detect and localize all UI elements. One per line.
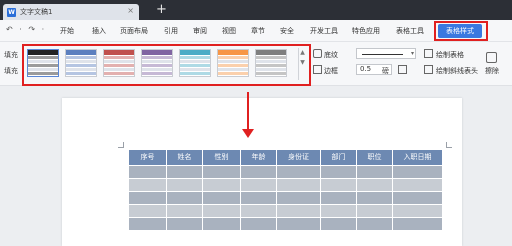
table-row[interactable] bbox=[129, 217, 442, 230]
draw-diagonal-button[interactable]: 绘制斜线表头 bbox=[436, 66, 478, 76]
table-cell[interactable] bbox=[357, 178, 393, 191]
table-cell[interactable] bbox=[129, 217, 167, 230]
close-icon[interactable]: × bbox=[127, 6, 134, 15]
highlight-box-table-style-tab bbox=[434, 21, 488, 41]
table-cell[interactable] bbox=[357, 165, 393, 178]
table-row[interactable] bbox=[129, 204, 442, 217]
table-cell[interactable] bbox=[203, 204, 241, 217]
menu-home[interactable]: 开始 bbox=[60, 26, 74, 36]
document-tab-title: 文字文稿1 bbox=[20, 8, 53, 16]
table-cell[interactable] bbox=[321, 204, 357, 217]
table-cell[interactable] bbox=[321, 191, 357, 204]
table-cell[interactable] bbox=[167, 178, 203, 191]
line-weight-unit: 磅 bbox=[382, 67, 389, 75]
menu-view[interactable]: 视图 bbox=[222, 26, 236, 36]
menu-table-tools[interactable]: 表格工具 bbox=[396, 26, 424, 36]
table-cell[interactable] bbox=[393, 204, 442, 217]
table-cell[interactable] bbox=[277, 178, 321, 191]
table-header-row: 序号 姓名 性别 年龄 身份证 部门 职位 入职日期 bbox=[129, 150, 442, 165]
pen-color-icon[interactable] bbox=[398, 65, 407, 74]
border-icon[interactable] bbox=[313, 65, 322, 74]
table-cell[interactable] bbox=[277, 217, 321, 230]
table-row[interactable] bbox=[129, 165, 442, 178]
table-cell[interactable] bbox=[167, 191, 203, 204]
table-cell[interactable] bbox=[129, 204, 167, 217]
table-cell[interactable] bbox=[277, 191, 321, 204]
table-cell[interactable] bbox=[357, 191, 393, 204]
table-header-cell[interactable]: 性别 bbox=[203, 150, 241, 165]
page-margin-corner bbox=[446, 142, 452, 148]
table-cell[interactable] bbox=[357, 204, 393, 217]
shading-button[interactable]: 底纹 bbox=[324, 50, 338, 60]
eraser-icon[interactable] bbox=[486, 52, 497, 63]
line-style-select[interactable] bbox=[356, 48, 416, 59]
table-cell[interactable] bbox=[129, 165, 167, 178]
draw-table-icon[interactable] bbox=[424, 49, 433, 58]
undo-redo-icons[interactable]: ↶ · ↷ · bbox=[6, 25, 46, 34]
shading-icon[interactable] bbox=[313, 49, 322, 58]
menu-page-layout[interactable]: 页面布局 bbox=[120, 26, 148, 36]
table-header-cell[interactable]: 身份证 bbox=[277, 150, 321, 165]
table-cell[interactable] bbox=[393, 191, 442, 204]
table-cell[interactable] bbox=[129, 178, 167, 191]
menu-special-apps[interactable]: 特色应用 bbox=[352, 26, 380, 36]
table-cell[interactable] bbox=[393, 165, 442, 178]
styled-table[interactable]: 序号 姓名 性别 年龄 身份证 部门 职位 入职日期 bbox=[129, 150, 442, 230]
table-cell[interactable] bbox=[277, 165, 321, 178]
menu-references[interactable]: 引用 bbox=[164, 26, 178, 36]
fill-label: 填充 bbox=[4, 51, 18, 59]
erase-button[interactable]: 擦除 bbox=[485, 66, 499, 76]
new-tab-icon[interactable]: + bbox=[156, 3, 167, 16]
table-cell[interactable] bbox=[203, 165, 241, 178]
document-tab[interactable]: W 文字文稿1 × bbox=[3, 4, 139, 20]
annotation-arrow bbox=[247, 92, 249, 130]
fill-label-2: 填充 bbox=[4, 67, 18, 75]
table-cell[interactable] bbox=[167, 165, 203, 178]
table-cell[interactable] bbox=[167, 217, 203, 230]
table-cell[interactable] bbox=[167, 204, 203, 217]
table-cell[interactable] bbox=[241, 165, 277, 178]
draw-table-button[interactable]: 绘制表格 bbox=[436, 50, 464, 60]
table-cell[interactable] bbox=[277, 204, 321, 217]
table-cell[interactable] bbox=[321, 178, 357, 191]
table-cell[interactable] bbox=[203, 217, 241, 230]
chevron-down-icon[interactable]: ▾ bbox=[411, 50, 414, 57]
table-header-cell[interactable]: 姓名 bbox=[167, 150, 203, 165]
table-cell[interactable] bbox=[393, 217, 442, 230]
table-cell[interactable] bbox=[321, 165, 357, 178]
table-cell[interactable] bbox=[241, 178, 277, 191]
table-cell[interactable] bbox=[203, 191, 241, 204]
menu-review[interactable]: 审阅 bbox=[193, 26, 207, 36]
border-button[interactable]: 边框 bbox=[324, 66, 338, 76]
menu-insert[interactable]: 插入 bbox=[92, 26, 106, 36]
highlight-box-style-gallery bbox=[22, 44, 311, 86]
menu-developer-tools[interactable]: 开发工具 bbox=[310, 26, 338, 36]
annotation-arrow-head bbox=[242, 129, 254, 138]
page-margin-corner bbox=[118, 142, 124, 148]
document-icon: W bbox=[7, 7, 16, 17]
table-cell[interactable] bbox=[241, 191, 277, 204]
table-row[interactable] bbox=[129, 178, 442, 191]
table-header-cell[interactable]: 职位 bbox=[357, 150, 393, 165]
table-cell[interactable] bbox=[393, 178, 442, 191]
table-header-cell[interactable]: 序号 bbox=[129, 150, 167, 165]
table-cell[interactable] bbox=[321, 217, 357, 230]
table-cell[interactable] bbox=[357, 217, 393, 230]
menu-security[interactable]: 安全 bbox=[280, 26, 294, 36]
table-cell[interactable] bbox=[241, 217, 277, 230]
table-cell[interactable] bbox=[129, 191, 167, 204]
menu-chapter[interactable]: 章节 bbox=[251, 26, 265, 36]
table-header-cell[interactable]: 入职日期 bbox=[393, 150, 442, 165]
draw-diagonal-icon[interactable] bbox=[424, 65, 433, 74]
title-bar: W 文字文稿1 × + bbox=[0, 0, 512, 20]
table-header-cell[interactable]: 部门 bbox=[321, 150, 357, 165]
table-row[interactable] bbox=[129, 191, 442, 204]
table-cell[interactable] bbox=[203, 178, 241, 191]
table-header-cell[interactable]: 年龄 bbox=[241, 150, 277, 165]
table-cell[interactable] bbox=[241, 204, 277, 217]
